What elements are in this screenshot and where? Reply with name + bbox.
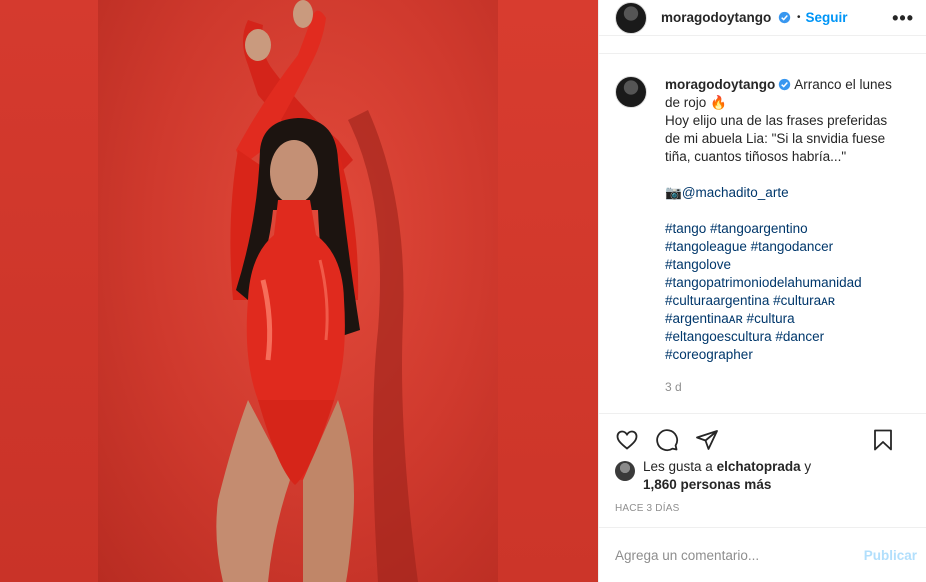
caption-section: moragodoytango Arranco el lunes de rojo … <box>599 53 926 413</box>
caption-line-5: tiña, cuantos tiñosos habría..." <box>665 149 847 164</box>
likes-summary: Les gusta a elchatoprada y 1,860 persona… <box>615 458 915 494</box>
caption-comment: moragodoytango Arranco el lunes de rojo … <box>615 76 911 396</box>
likes-text: Les gusta a elchatoprada y 1,860 persona… <box>643 458 811 494</box>
hashtag-line[interactable]: #tangolove <box>665 256 911 274</box>
more-options-icon[interactable]: ••• <box>892 9 914 27</box>
author-avatar[interactable] <box>615 1 647 34</box>
likes-prefix: Les gusta a <box>643 459 713 474</box>
hashtag-line[interactable]: #tangoleague #tangodancer <box>665 238 911 256</box>
save-button[interactable] <box>871 428 895 452</box>
hashtag-line[interactable]: #eltangoescultura #dancer <box>665 328 911 346</box>
caption-line-3: Hoy elijo una de las frases preferidas <box>665 113 888 128</box>
liker-avatar[interactable] <box>615 461 635 481</box>
comment-button[interactable] <box>655 428 679 452</box>
likes-conjunction: y <box>804 459 812 474</box>
bookmark-icon <box>874 429 892 450</box>
camera-icon: 📷 <box>665 185 682 200</box>
like-button[interactable] <box>615 428 639 452</box>
post-sidebar: moragodoytango • Seguir ••• moragodoytan… <box>598 0 926 582</box>
liker-username[interactable]: elchatoprada <box>717 459 801 474</box>
hashtag-line[interactable]: #coreographer <box>665 346 911 364</box>
author-username[interactable]: moragodoytango <box>661 10 791 25</box>
caption-text: moragodoytango Arranco el lunes de rojo … <box>665 76 911 396</box>
caption-avatar[interactable] <box>615 76 647 108</box>
post-photo[interactable] <box>0 0 598 582</box>
photo-credit: 📷@machadito_arte <box>665 184 911 202</box>
caption-username[interactable]: moragodoytango <box>665 77 775 92</box>
comment-input[interactable]: Agrega un comentario... <box>615 548 759 563</box>
caption-timestamp[interactable]: 3 d <box>665 378 911 396</box>
comment-icon <box>656 428 679 451</box>
share-button[interactable] <box>695 428 719 452</box>
dancer-figure <box>216 0 418 582</box>
mention-link[interactable]: @machadito_arte <box>682 185 789 200</box>
post-header: moragodoytango • Seguir ••• <box>599 0 926 36</box>
caption-gap <box>665 166 911 184</box>
verified-badge-icon <box>778 11 791 24</box>
hashtag-line[interactable]: #culturaargentina #culturaᴀʀ <box>665 292 911 310</box>
separator-dot: • <box>797 12 801 23</box>
heart-icon <box>616 430 638 450</box>
caption-line-1: Arranco el lunes <box>794 77 892 92</box>
author-username-text[interactable]: moragodoytango <box>661 10 771 25</box>
hashtag-line[interactable]: #tangopatrimoniodelahumanidad <box>665 274 911 292</box>
photo-backdrop-right <box>498 0 598 582</box>
hashtag-line[interactable]: #argentinaᴀʀ #cultura <box>665 310 911 328</box>
likes-count[interactable]: 1,860 personas más <box>643 477 771 492</box>
post-date[interactable]: HACE 3 DÍAS <box>615 503 679 514</box>
photo-backdrop-left <box>0 0 98 582</box>
caption-line-2: de rojo 🔥 <box>665 95 727 110</box>
publish-button[interactable]: Publicar <box>864 548 917 563</box>
instagram-post: moragodoytango • Seguir ••• moragodoytan… <box>0 0 926 582</box>
add-comment-box: Agrega un comentario... Publicar <box>599 527 926 582</box>
hashtag-line[interactable]: #tango #tangoargentino <box>665 220 911 238</box>
caption-gap-2 <box>665 202 911 220</box>
follow-button[interactable]: Seguir <box>806 10 848 25</box>
caption-line-4: de mi abuela Lia: "Si la snvidia fuese <box>665 131 886 146</box>
verified-badge-icon <box>779 78 791 91</box>
share-icon <box>696 429 718 450</box>
